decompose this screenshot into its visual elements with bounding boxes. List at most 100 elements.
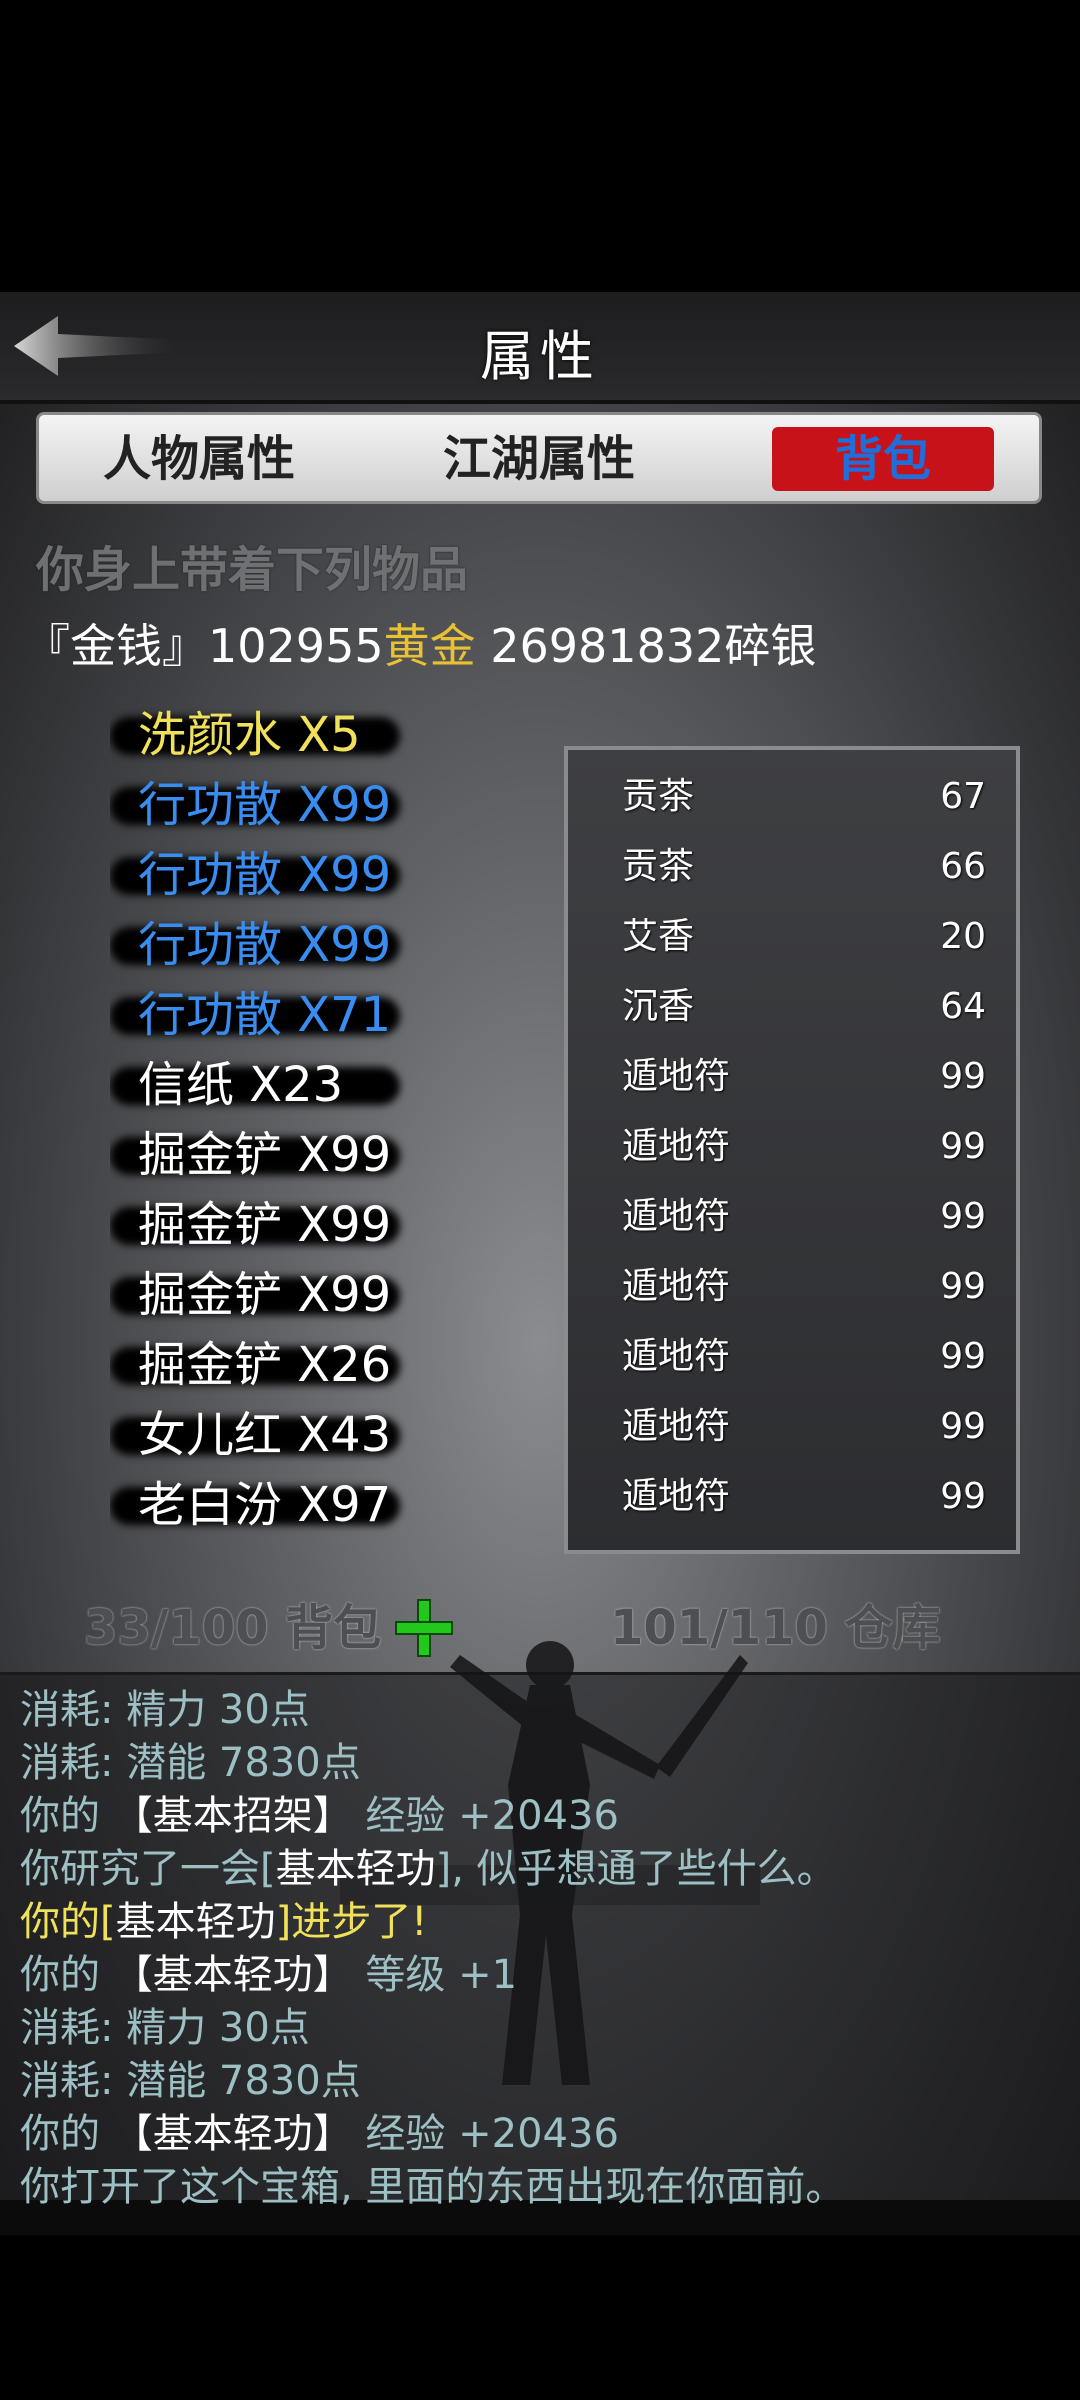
item-label: 行功散 X99	[138, 777, 392, 833]
warehouse-item-count: 99	[940, 1196, 986, 1237]
log-line: 你研究了一会[基本轻功], 似乎想通了些什么。	[20, 1836, 837, 1894]
warehouse-item-name: 遁地符	[622, 1126, 731, 1167]
warehouse-item-name: 遁地符	[622, 1196, 731, 1237]
inventory-item[interactable]: 女儿红 X43	[110, 1400, 550, 1470]
warehouse-panel: 贡茶 67 贡茶 66 艾香 20 沉香 64 遁地符 99 遁地符 99 遁地符 99 遁地符 99 遁地符 9…	[564, 746, 1020, 1554]
inventory-item[interactable]: 行功散 X99	[110, 840, 550, 910]
item-label: 掘金铲 X99	[138, 1267, 392, 1323]
item-label: 行功散 X71	[138, 987, 392, 1043]
log-segment: 消耗:	[20, 2005, 114, 2051]
inventory-item[interactable]: 掘金铲 X99	[110, 1190, 550, 1260]
log-segment: 经验 +20436	[352, 1793, 619, 1839]
warehouse-row[interactable]: 遁地符 99	[568, 1322, 1016, 1392]
header-bar: 属性	[0, 292, 1080, 404]
warehouse-item-count: 99	[940, 1056, 986, 1097]
inventory-item[interactable]: 洗颜水 X5	[110, 700, 550, 770]
tab-character-attributes[interactable]: 人物属性	[89, 427, 309, 491]
warehouse-row[interactable]: 遁地符 99	[568, 1462, 1016, 1532]
log-segment: 精力 30点	[113, 1687, 310, 1733]
warehouse-item-count: 99	[940, 1126, 986, 1167]
warehouse-row[interactable]: 遁地符 99	[568, 1252, 1016, 1322]
log-line: 你打开了这个宝箱, 里面的东西出现在你面前。	[20, 2154, 845, 2212]
warehouse-item-name: 遁地符	[622, 1476, 731, 1517]
tab-backpack[interactable]: 背包	[772, 427, 994, 491]
log-segment: 消耗:	[20, 2058, 114, 2104]
warehouse-item-name: 艾香	[622, 916, 695, 957]
log-segment: 你打开了这个宝箱, 里面的东西出现在你面前。	[20, 2164, 846, 2210]
log-segment: 【基本轻功】	[112, 2111, 353, 2157]
warehouse-item-count: 66	[940, 846, 986, 887]
warehouse-item-count: 99	[940, 1476, 986, 1517]
inventory-item[interactable]: 行功散 X71	[110, 980, 550, 1050]
item-label: 女儿红 X43	[138, 1407, 392, 1463]
log-segment: ], 似乎想通了些什么。	[435, 1846, 837, 1892]
warehouse-item-count: 67	[940, 776, 986, 817]
page-title: 属性	[480, 325, 600, 388]
log-segment: 基本轻功	[275, 1846, 436, 1892]
warehouse-row[interactable]: 贡茶 66	[568, 832, 1016, 902]
warehouse-item-name: 贡茶	[622, 846, 695, 887]
log-segment: 你研究了一会[	[20, 1846, 276, 1892]
log-segment: 经验 +20436	[352, 2111, 619, 2157]
item-label: 洗颜水 X5	[138, 707, 361, 763]
inventory-item[interactable]: 掘金铲 X99	[110, 1120, 550, 1190]
inventory-subtitle: 你身上带着下列物品	[36, 542, 469, 598]
log-segment: 你的[	[20, 1899, 116, 1945]
warehouse-item-count: 99	[940, 1266, 986, 1307]
item-label: 行功散 X99	[138, 847, 392, 903]
gold-unit: 黄金	[383, 619, 476, 673]
warehouse-row[interactable]: 遁地符 99	[568, 1392, 1016, 1462]
silver-unit: 碎银	[724, 619, 817, 673]
warehouse-item-name: 遁地符	[622, 1336, 731, 1377]
log-segment: 等级 +1	[352, 1952, 518, 1998]
warehouse-item-name: 遁地符	[622, 1406, 731, 1447]
log-line: 消耗: 精力 30点	[20, 1995, 310, 2053]
inventory-item[interactable]: 行功散 X99	[110, 770, 550, 840]
warehouse-item-count: 99	[940, 1406, 986, 1447]
log-line: 消耗: 精力 30点	[20, 1677, 310, 1735]
warehouse-row[interactable]: 遁地符 99	[568, 1182, 1016, 1252]
tab-jianghu-attributes[interactable]: 江湖属性	[429, 427, 649, 491]
inventory-item[interactable]: 老白汾 X97	[110, 1470, 550, 1540]
warehouse-item-count: 64	[940, 986, 986, 1027]
warehouse-item-name: 贡茶	[622, 776, 695, 817]
tab-bar: 人物属性 江湖属性 背包	[36, 412, 1042, 504]
item-label: 掘金铲 X26	[138, 1337, 392, 1393]
log-segment: 【基本招架】	[112, 1793, 353, 1839]
log-segment: 你的	[20, 2111, 113, 2157]
warehouse-item-name: 遁地符	[622, 1056, 731, 1097]
log-segment: 你的	[20, 1952, 113, 1998]
warehouse-row[interactable]: 遁地符 99	[568, 1042, 1016, 1112]
log-line: 消耗: 潜能 7830点	[20, 2048, 361, 2106]
log-segment: 潜能 7830点	[113, 1740, 361, 1786]
item-list: 洗颜水 X5 行功散 X99 行功散 X99 行功散 X99 行功散 X71 信纸 X23…	[110, 700, 550, 1555]
log-line: 你的 【基本招架】 经验 +20436	[20, 1783, 619, 1841]
warehouse-row[interactable]: 沉香 64	[568, 972, 1016, 1042]
inventory-item[interactable]: 掘金铲 X26	[110, 1330, 550, 1400]
log-segment: 【基本轻功】	[112, 1952, 353, 1998]
backpack-capacity: 33/100 背包	[84, 1600, 382, 1656]
item-label: 掘金铲 X99	[138, 1127, 392, 1183]
inventory-item[interactable]: 掘金铲 X99	[110, 1260, 550, 1330]
silver-amount: 26981832	[490, 619, 725, 673]
item-label: 行功散 X99	[138, 917, 392, 973]
inventory-item[interactable]: 信纸 X23	[110, 1050, 550, 1120]
log-line: 消耗: 潜能 7830点	[20, 1730, 361, 1788]
log-segment: 消耗:	[20, 1740, 114, 1786]
warehouse-item-count: 99	[940, 1336, 986, 1377]
message-log: 消耗: 精力 30点 消耗: 潜能 7830点 你的 【基本招架】 经验 +2043…	[0, 1641, 1080, 2235]
log-segment: ]进步了!	[275, 1899, 428, 1945]
log-line: 你的 【基本轻功】 等级 +1	[20, 1942, 517, 2000]
warehouse-item-name: 沉香	[622, 986, 695, 1027]
gold-amount: 102955	[208, 619, 384, 673]
warehouse-row[interactable]: 艾香 20	[568, 902, 1016, 972]
warehouse-item-count: 20	[940, 916, 986, 957]
item-label: 老白汾 X97	[138, 1477, 392, 1533]
log-line: 你的 【基本轻功】 经验 +20436	[20, 2101, 619, 2159]
warehouse-row[interactable]: 贡茶 67	[568, 762, 1016, 832]
inventory-item[interactable]: 行功散 X99	[110, 910, 550, 980]
log-segment: 基本轻功	[115, 1899, 276, 1945]
warehouse-row[interactable]: 遁地符 99	[568, 1112, 1016, 1182]
log-segment: 潜能 7830点	[113, 2058, 361, 2104]
warehouse-item-name: 遁地符	[622, 1266, 731, 1307]
